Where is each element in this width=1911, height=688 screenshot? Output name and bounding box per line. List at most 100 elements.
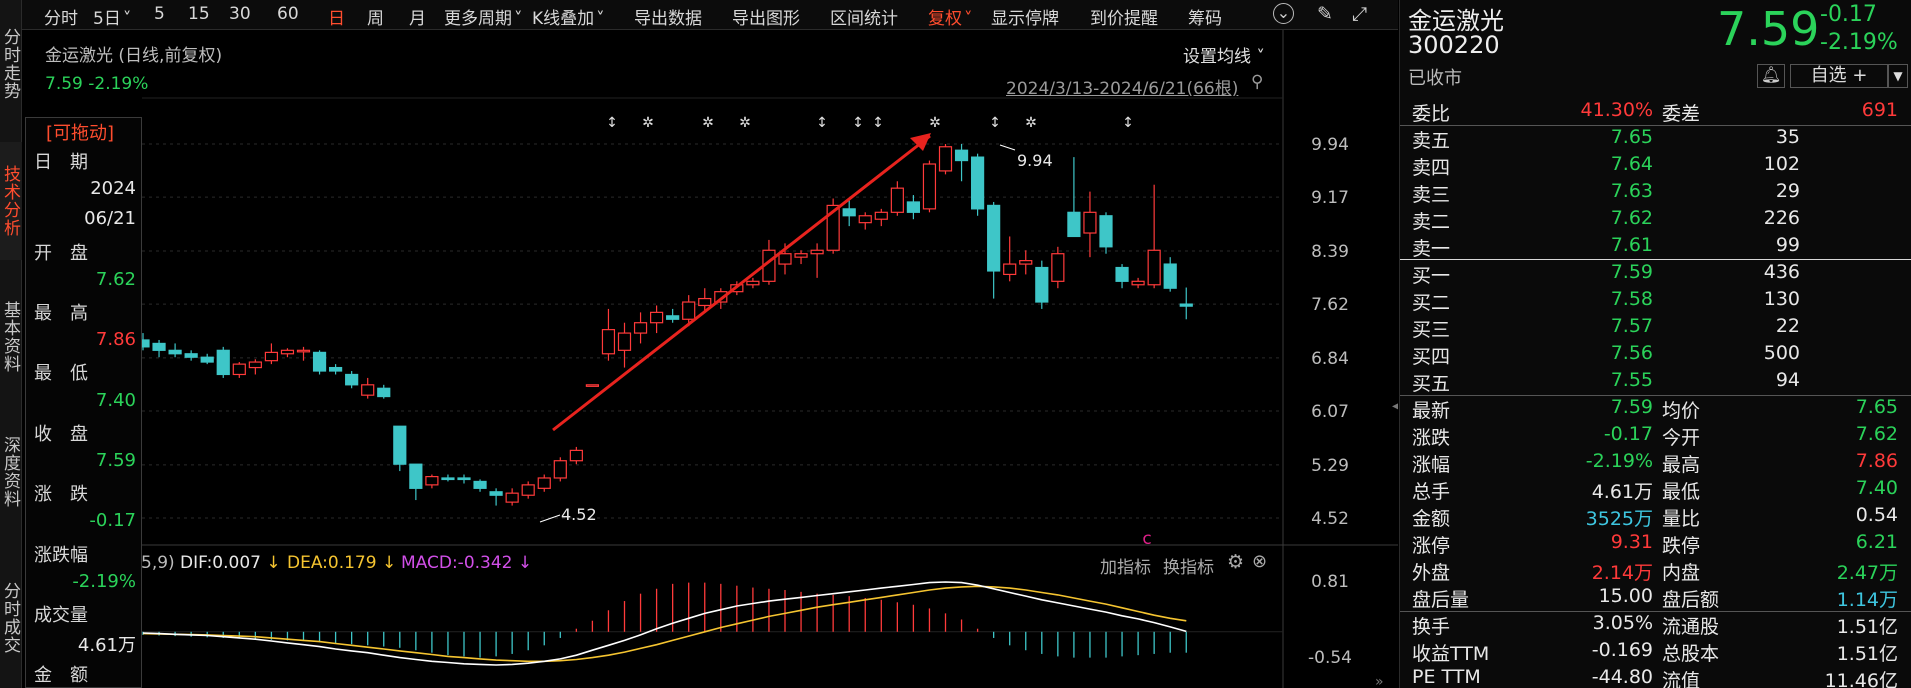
- quote-cell: 盘后量: [1412, 589, 1470, 611]
- quote-cell: 内盘: [1662, 562, 1701, 584]
- left-nav-item-4[interactable]: 分时成交: [0, 548, 22, 688]
- gear-icon[interactable]: ⚙: [1227, 551, 1244, 573]
- candle-body: [377, 387, 391, 398]
- quote-cell: PE TTM: [1412, 666, 1481, 688]
- bid-row: 买三 7.57 22: [1400, 314, 1911, 341]
- candle-body: [569, 449, 583, 462]
- quote-cell: 外盘: [1412, 562, 1451, 584]
- quote-cell: 买二: [1412, 292, 1451, 314]
- candle-body: [970, 156, 985, 210]
- quote-cell: -44.80: [1591, 666, 1653, 688]
- candle-body: [1099, 215, 1113, 248]
- quote-cell: 1.51亿: [1836, 616, 1898, 638]
- left-nav: 分时走势技术分析基本资料深度资料分时成交: [0, 0, 22, 688]
- quote-cell: 11.46亿: [1824, 670, 1898, 688]
- divider: [1400, 395, 1911, 396]
- event-marker-icon: ↕: [989, 115, 1001, 131]
- candle-body: [473, 480, 487, 489]
- left-nav-item-3[interactable]: 深度资料: [0, 413, 22, 531]
- quote-cell: 涨停: [1412, 535, 1451, 557]
- candle-body: [537, 477, 551, 489]
- y-tick-label: 6.07: [1311, 402, 1349, 422]
- add-indicator-button[interactable]: 加指标: [1100, 553, 1151, 578]
- left-nav-item-2[interactable]: 基本资料: [0, 278, 22, 396]
- quote-cell: 涨跌: [1412, 427, 1451, 449]
- candle-body: [329, 366, 343, 372]
- candle-body: [906, 201, 921, 213]
- ask-row: 卖三 7.63 29: [1400, 179, 1911, 206]
- candle-body: [216, 349, 230, 376]
- quote-cell: 7.62: [1610, 207, 1653, 229]
- watchlist-button[interactable]: 自选 +: [1790, 64, 1888, 88]
- info-label: 最 高: [34, 303, 88, 324]
- kline-chart[interactable]: 9.949.178.397.626.846.075.294.52◂» ↕ ✲ ✲ ✲ ↕…: [22, 0, 1398, 688]
- quote-cell: 最低: [1662, 481, 1701, 503]
- trend-arrow: [552, 134, 931, 432]
- stat-row: 外盘 2.14万 内盘 2.47万: [1400, 557, 1911, 584]
- macd-panel: 0.81 -0.54: [142, 572, 1352, 668]
- bell-icon[interactable]: 🔔︎: [1757, 64, 1785, 88]
- candle-body: [505, 492, 519, 503]
- event-marker-icon: ✲: [702, 115, 714, 131]
- info-value: 7.62: [95, 268, 136, 290]
- event-marker-icon: ✲: [739, 115, 751, 131]
- close-icon[interactable]: ⊗: [1252, 551, 1267, 572]
- quote-cell: 3525万: [1585, 508, 1653, 530]
- candle-body: [649, 311, 664, 324]
- macd-y-bottom: -0.54: [1308, 648, 1352, 668]
- candle-body: [794, 253, 808, 258]
- macd-y-top: 0.81: [1311, 572, 1349, 592]
- candle-body: [601, 329, 616, 355]
- quote-cell: 委比: [1412, 103, 1451, 125]
- quote-cell: 226: [1763, 207, 1800, 229]
- info-value: 06/21: [84, 208, 136, 230]
- quote-cell: 买一: [1412, 265, 1451, 287]
- candle-body: [858, 215, 872, 224]
- candle-body: [184, 353, 198, 358]
- event-marker-icon: ✲: [929, 115, 941, 131]
- quote-cell: 7.57: [1610, 315, 1653, 337]
- candle-body: [633, 322, 648, 334]
- switch-indicator-button[interactable]: 换指标: [1163, 553, 1214, 578]
- y-tick-label: 8.39: [1311, 242, 1349, 262]
- stat-row: 金额 3525万 量比 0.54: [1400, 503, 1911, 530]
- bid-row: 买五 7.55 94: [1400, 368, 1911, 395]
- quote-cell: 4.61万: [1591, 481, 1653, 503]
- candle-body: [987, 204, 1001, 272]
- divider: [1400, 259, 1911, 260]
- scroll-handle-icon: ◂: [1392, 398, 1398, 414]
- quote-cell: 委差: [1662, 103, 1701, 125]
- last-price: 7.59: [1717, 2, 1820, 56]
- quote-cell: 94: [1775, 369, 1800, 391]
- quote-cell: 22: [1775, 315, 1800, 337]
- quote-cell: 7.59: [1610, 261, 1653, 283]
- watchlist-dropdown-icon[interactable]: ▼: [1888, 64, 1908, 88]
- quote-cell: 最新: [1412, 400, 1451, 422]
- quote-cell: 换手: [1412, 616, 1451, 638]
- info-panel[interactable]: [可拖动] 日 期 2024 06/21 开 盘 7.62 最 高 7.86 最 低 7.40 收…: [25, 117, 142, 688]
- stat-row: 涨停 9.31 跌停 6.21: [1400, 530, 1911, 557]
- quote-cell: -0.169: [1591, 639, 1653, 661]
- quote-cell: 买四: [1412, 346, 1451, 368]
- left-nav-item-1[interactable]: 技术分析: [0, 142, 22, 260]
- quote-cell: 7.63: [1610, 180, 1653, 202]
- candle-body: [280, 349, 295, 355]
- quote-cell: 7.55: [1610, 369, 1653, 391]
- candle-body: [232, 363, 246, 376]
- ask-row: 卖一 7.61 99: [1400, 233, 1911, 260]
- event-marker-icon: ↕: [1122, 115, 1134, 131]
- left-nav-item-0[interactable]: 分时走势: [0, 0, 22, 128]
- quote-cell: 15.00: [1598, 585, 1653, 607]
- candle-body: [553, 460, 567, 479]
- info-label: 最 低: [34, 363, 88, 385]
- stat-row: 涨跌 -0.17 今开 7.62: [1400, 422, 1911, 449]
- candle-body: [393, 425, 407, 465]
- dif-line: [142, 581, 1187, 666]
- candle-body: [810, 249, 824, 255]
- candle-body: [441, 477, 455, 481]
- quote-cell: 最高: [1662, 454, 1701, 476]
- info-label: 涨跌幅: [34, 544, 88, 566]
- quote-cell: 买三: [1412, 319, 1451, 341]
- quote-panel: 金运激光 300220 已收市 7.59 -0.17 -2.19% 🔔︎ 自选 …: [1399, 0, 1911, 688]
- market-status: 已收市: [1408, 68, 1462, 89]
